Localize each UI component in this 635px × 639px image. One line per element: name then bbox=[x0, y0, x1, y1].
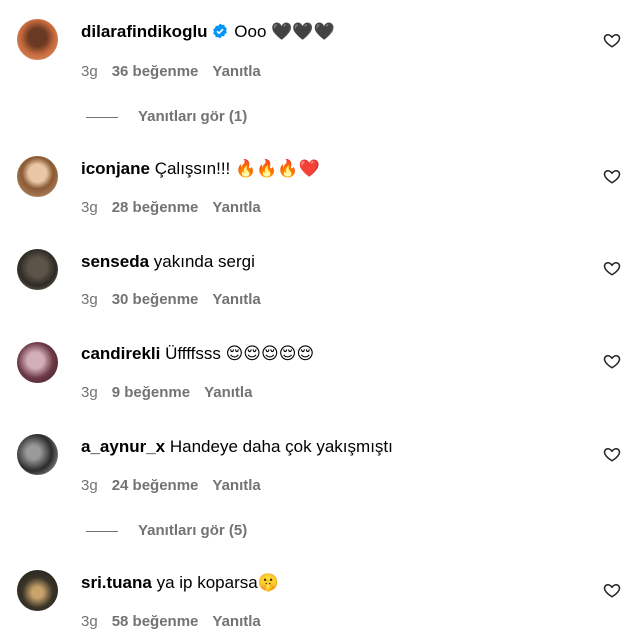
comment-likes[interactable]: 30 beğenme bbox=[112, 291, 199, 308]
reply-button[interactable]: Yanıtla bbox=[212, 199, 260, 216]
comment-username[interactable]: a_aynur_x bbox=[81, 437, 165, 456]
avatar[interactable] bbox=[17, 570, 58, 611]
comment-time: 3g bbox=[81, 613, 98, 630]
heart-outline-icon[interactable] bbox=[603, 31, 621, 49]
comment-time: 3g bbox=[81, 291, 98, 308]
comment-likes[interactable]: 58 beğenme bbox=[112, 613, 199, 630]
reply-button[interactable]: Yanıtla bbox=[212, 613, 260, 630]
comment-text: Handeye daha çok yakışmıştı bbox=[169, 437, 393, 456]
comment-time: 3g bbox=[81, 63, 98, 80]
avatar[interactable] bbox=[17, 249, 58, 290]
avatar[interactable] bbox=[17, 19, 58, 60]
comment-likes[interactable]: 28 beğenme bbox=[112, 199, 199, 216]
heart-outline-icon[interactable] bbox=[603, 167, 621, 185]
view-replies-button[interactable]: Yanıtları gör (5) bbox=[86, 521, 247, 541]
heart-outline-icon[interactable] bbox=[603, 259, 621, 277]
comment-text: yakında sergi bbox=[153, 252, 255, 271]
comment-time: 3g bbox=[81, 199, 98, 216]
reply-button[interactable]: Yanıtla bbox=[212, 63, 260, 80]
heart-outline-icon[interactable] bbox=[603, 581, 621, 599]
comment-time: 3g bbox=[81, 384, 98, 401]
comment-username[interactable]: iconjane bbox=[81, 159, 150, 178]
comment-time: 3g bbox=[81, 477, 98, 494]
comment-username[interactable]: senseda bbox=[81, 252, 149, 271]
avatar[interactable] bbox=[17, 342, 58, 383]
comment-username[interactable]: candirekli bbox=[81, 344, 160, 363]
comment-username[interactable]: sri.tuana bbox=[81, 573, 152, 592]
heart-outline-icon[interactable] bbox=[603, 445, 621, 463]
divider bbox=[86, 530, 118, 532]
reply-button[interactable]: Yanıtla bbox=[212, 291, 260, 308]
reply-button[interactable]: Yanıtla bbox=[212, 477, 260, 494]
comment-text: Ooo 🖤🖤🖤 bbox=[234, 22, 335, 41]
comment-likes[interactable]: 9 beğenme bbox=[112, 384, 190, 401]
view-replies-button[interactable]: Yanıtları gör (1) bbox=[86, 107, 247, 127]
divider bbox=[86, 116, 118, 118]
comment-likes[interactable]: 36 beğenme bbox=[112, 63, 199, 80]
comment-text: Çalışsın!!! 🔥🔥🔥❤️ bbox=[154, 159, 320, 178]
comment-username[interactable]: dilarafindikoglu bbox=[81, 22, 208, 41]
heart-outline-icon[interactable] bbox=[603, 352, 621, 370]
comment-likes[interactable]: 24 beğenme bbox=[112, 477, 199, 494]
verified-badge-icon bbox=[212, 23, 227, 39]
avatar[interactable] bbox=[17, 156, 58, 197]
avatar[interactable] bbox=[17, 434, 58, 475]
comment-text: ya ip koparsa🤫 bbox=[156, 573, 279, 592]
reply-button[interactable]: Yanıtla bbox=[204, 384, 252, 401]
comment-text: Üffffsss 😌😌😌😌😌 bbox=[165, 344, 315, 363]
